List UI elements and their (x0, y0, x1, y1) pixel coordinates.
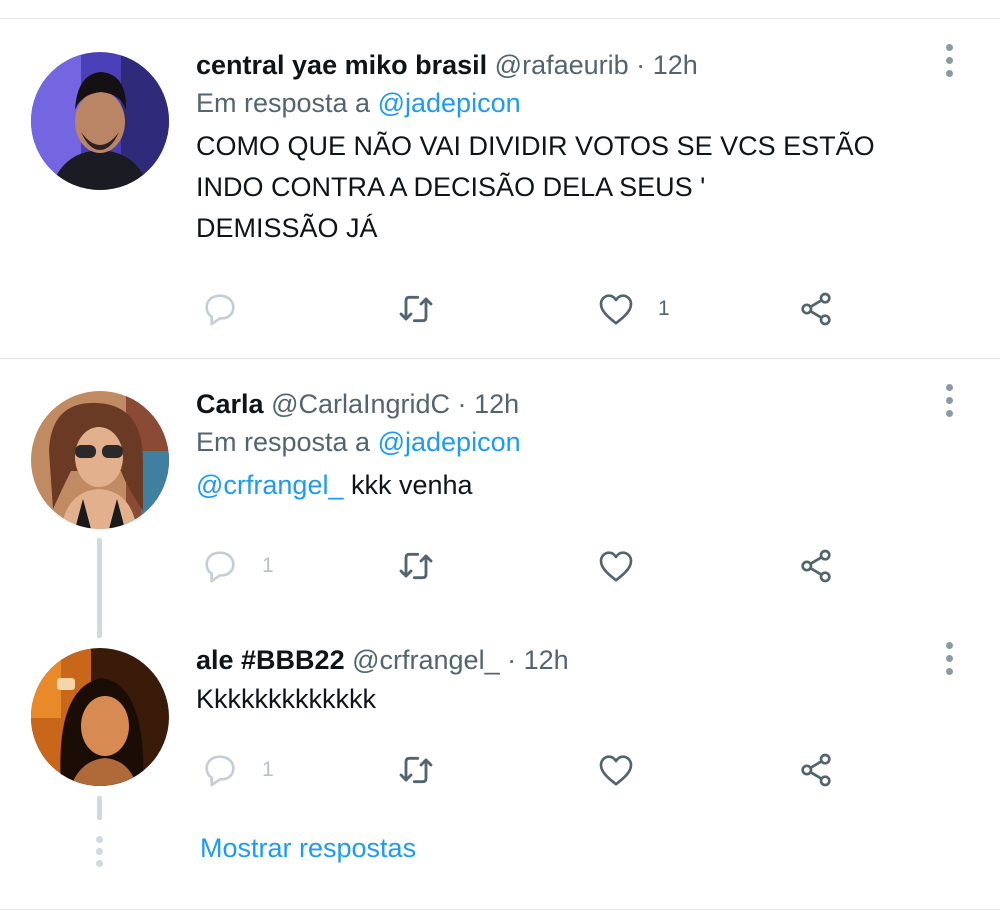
retweet-icon (399, 552, 433, 580)
avatar[interactable] (31, 52, 169, 190)
retweet-button[interactable] (396, 287, 436, 331)
tweet-text: COMO QUE NÃO VAI DIVIDIR VOTOS SE VCS ES… (196, 126, 936, 249)
more-options-icon[interactable] (942, 44, 956, 77)
timestamp[interactable]: 12h (653, 50, 698, 80)
reply-button[interactable]: 1 (200, 748, 274, 792)
share-icon (801, 753, 831, 787)
reply-icon (205, 755, 235, 787)
show-replies-link[interactable]: Mostrar respostas (200, 833, 416, 864)
share-button[interactable] (796, 287, 836, 331)
tweet-actions: 1 (196, 544, 856, 588)
tweet-text: @crfrangel_ kkk venha (196, 465, 936, 506)
thread-connector (97, 796, 102, 820)
tweet-text-line: INDO CONTRA A DECISÃO DELA SEUS ' (196, 172, 706, 202)
tweet-text-line: DEMISSÃO JÁ (196, 213, 378, 243)
reply-context: Em resposta a @jadepicon (196, 425, 936, 459)
separator-dot: · (507, 645, 517, 675)
display-name[interactable]: Carla (196, 389, 264, 419)
tweet-divider (0, 358, 1000, 359)
share-button[interactable] (796, 748, 836, 792)
user-handle[interactable]: @rafaeurib (495, 50, 629, 80)
share-button[interactable] (796, 544, 836, 588)
separator-dot: · (636, 50, 646, 80)
tweet-header: Carla @CarlaIngridC · 12h (196, 387, 936, 421)
reply-button[interactable] (200, 287, 262, 331)
timestamp[interactable]: 12h (474, 389, 519, 419)
user-handle[interactable]: @crfrangel_ (352, 645, 499, 675)
tweet-actions: 1 (196, 748, 856, 792)
like-button[interactable] (596, 748, 636, 792)
more-options-icon[interactable] (942, 642, 956, 675)
like-button[interactable] (596, 544, 636, 588)
avatar[interactable] (31, 391, 169, 529)
heart-icon (599, 551, 633, 582)
reply-icon (205, 551, 235, 583)
reply-count: 1 (262, 554, 274, 577)
share-icon (801, 292, 831, 326)
share-icon (801, 549, 831, 583)
retweet-icon (399, 756, 433, 784)
tweet-text-line: COMO QUE NÃO VAI DIVIDIR VOTOS SE VCS ES… (196, 131, 875, 161)
reply-context: Em resposta a @jadepicon (196, 86, 936, 120)
retweet-button[interactable] (396, 748, 436, 792)
separator-dot: · (457, 389, 467, 419)
like-button[interactable]: 1 (596, 287, 670, 331)
mention-link[interactable]: @crfrangel_ (196, 470, 343, 500)
heart-icon (599, 755, 633, 786)
reply-prefix: Em resposta a (196, 427, 371, 457)
tweet-actions: 1 (196, 287, 856, 331)
tweet-header: ale #BBB22 @crfrangel_ · 12h (196, 643, 936, 677)
user-handle[interactable]: @CarlaIngridC (271, 389, 450, 419)
more-options-icon[interactable] (942, 384, 956, 417)
more-replies-dots-icon (96, 836, 103, 867)
tweet-text-body: kkk venha (343, 470, 473, 500)
reply-to-link[interactable]: @jadepicon (378, 88, 521, 118)
tweet-header: central yae miko brasil @rafaeurib · 12h (196, 48, 936, 82)
reply-prefix: Em resposta a (196, 88, 371, 118)
thread-connector (97, 538, 102, 638)
display-name[interactable]: central yae miko brasil (196, 50, 487, 80)
reply-to-link[interactable]: @jadepicon (378, 427, 521, 457)
tweet-text: Kkkkkkkkkkkkk (196, 684, 377, 714)
reply-count: 1 (262, 758, 274, 781)
like-count: 1 (658, 297, 670, 320)
top-divider (0, 18, 1000, 19)
reply-icon (205, 294, 235, 326)
avatar[interactable] (31, 648, 169, 786)
reply-button[interactable]: 1 (200, 544, 274, 588)
display-name[interactable]: ale #BBB22 (196, 645, 345, 675)
heart-icon (599, 294, 633, 325)
timestamp[interactable]: 12h (524, 645, 569, 675)
bottom-divider (0, 909, 1000, 910)
retweet-icon (399, 295, 433, 323)
retweet-button[interactable] (396, 544, 436, 588)
